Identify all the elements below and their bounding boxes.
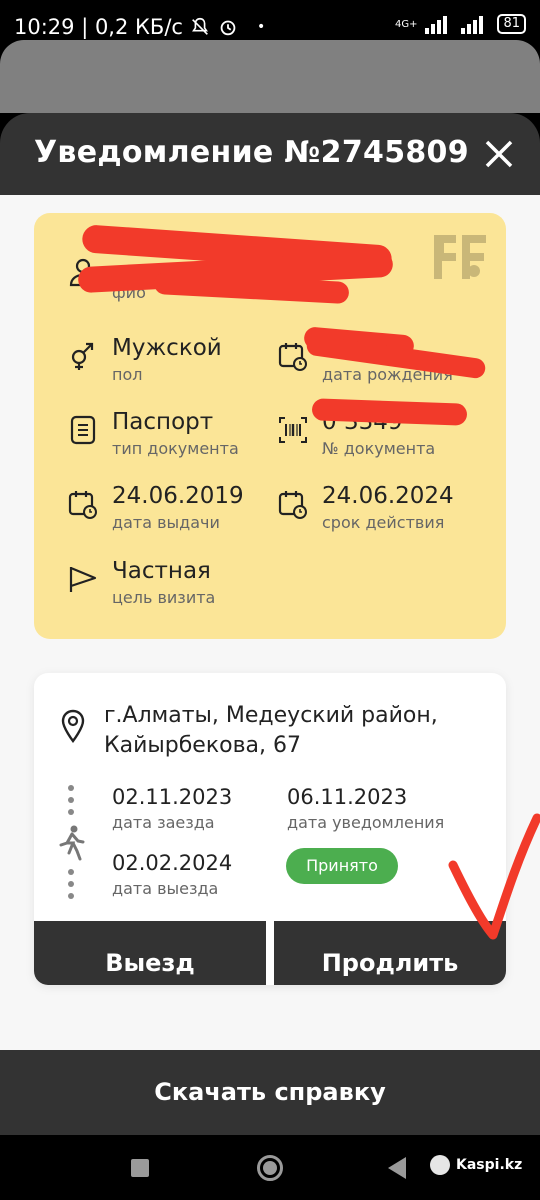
gender-value: Мужской: [112, 335, 222, 361]
red-checkmark-annotation: [448, 813, 540, 940]
doc-type-label: тип документа: [112, 439, 239, 458]
notify-date: 06.11.2023 дата уведомления: [287, 785, 444, 832]
status-left: 10:29 | 0,2 КБ/с •: [14, 15, 265, 39]
notify-value: 06.11.2023: [287, 785, 408, 809]
passport-icon: [70, 415, 96, 445]
purpose-label: цель визита: [112, 588, 216, 607]
signal-icon: [425, 16, 448, 34]
expiry-label: срок действия: [322, 513, 445, 532]
barcode-icon: [279, 417, 307, 443]
checkout-value: 02.02.2024: [112, 851, 233, 875]
calendar-icon: [278, 343, 307, 371]
alarm-icon: [220, 20, 236, 36]
home-icon[interactable]: [257, 1155, 283, 1181]
sheet-title: Уведомление №2745809: [34, 135, 469, 170]
download-certificate-button[interactable]: Скачать справку: [0, 1050, 540, 1135]
notification-sheet: Уведомление №2745809 фио Мужской пол дат…: [0, 113, 540, 1135]
signal-icon-2: [461, 16, 484, 34]
flag-icon: [69, 566, 97, 592]
doc-number-label: № документа: [322, 439, 436, 458]
calendar-icon: [68, 491, 97, 519]
issue-label: дата выдачи: [112, 513, 220, 532]
gender-label: пол: [112, 365, 143, 384]
doc-type-value: Паспорт: [112, 409, 214, 435]
status-right: 4G+ 81: [395, 14, 526, 34]
checkout-date: 02.02.2024 дата выезда: [112, 851, 232, 898]
purpose-value: Частная: [112, 558, 211, 584]
network-label: 4G+: [394, 18, 418, 30]
personal-info-card: фио Мужской пол дата рождения Паспорт ти…: [34, 213, 506, 639]
issue-value: 24.06.2019: [112, 483, 244, 509]
address-line-1: г.Алматы, Медеуский район,: [104, 703, 438, 728]
expiry-value: 24.06.2024: [322, 483, 454, 509]
kaspi-logo-icon: [430, 1155, 450, 1175]
dot-icon: •: [256, 19, 266, 35]
timeline-dots-top: [68, 785, 74, 821]
checkin-label: дата заезда: [112, 813, 215, 832]
battery-icon: 81: [497, 14, 526, 34]
checkin-value: 02.11.2023: [112, 785, 233, 809]
watermark: Kaspi.kz: [430, 1155, 522, 1175]
walking-person-icon: [59, 825, 85, 861]
timeline-dots-bottom: [68, 869, 74, 905]
navigation-bar: Kaspi.kz: [0, 1135, 540, 1200]
calendar-icon: [278, 491, 307, 519]
visit-card: г.Алматы, Медеуский район, Кайырбекова, …: [34, 673, 506, 985]
status-time: 10:29 | 0,2 КБ/с: [14, 15, 183, 39]
watermark-text: Kaspi.kz: [456, 1157, 523, 1173]
address-line-2: Кайырбекова, 67: [104, 733, 302, 758]
visit-address: г.Алматы, Медеуский район, Кайырбекова, …: [104, 701, 438, 761]
checkin-date: 02.11.2023 дата заезда: [112, 785, 232, 832]
checkout-label: дата выезда: [112, 879, 219, 898]
ornament-logo-icon: [434, 235, 486, 279]
close-icon[interactable]: [484, 139, 514, 169]
muted-bell-icon: [192, 17, 208, 35]
exit-button[interactable]: Выезд: [34, 921, 266, 985]
sheet-header: Уведомление №2745809: [0, 113, 540, 195]
status-badge: Принято: [286, 848, 398, 884]
location-pin-icon: [61, 709, 85, 743]
gender-icon: [71, 342, 94, 370]
notify-label: дата уведомления: [287, 813, 445, 832]
recent-apps-icon[interactable]: [131, 1159, 149, 1177]
back-icon[interactable]: [388, 1157, 406, 1179]
